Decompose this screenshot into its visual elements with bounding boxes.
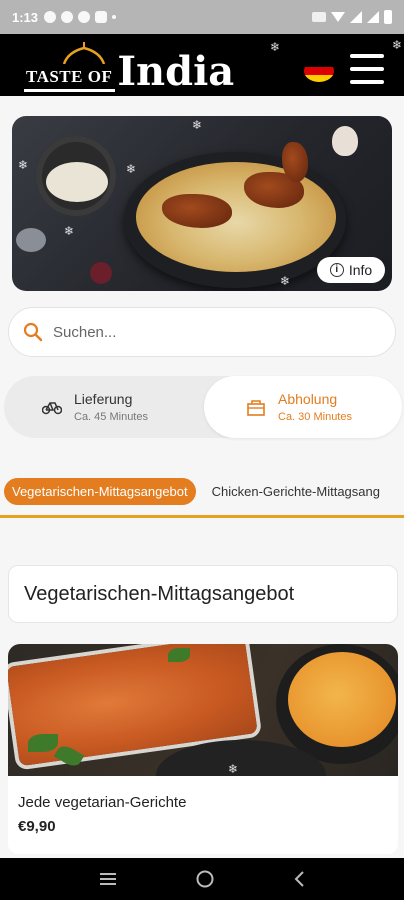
app-header: TASTE OF India ❄ ❄ (0, 34, 404, 96)
system-icons (312, 10, 392, 24)
logo-text-small: TASTE OF (24, 67, 116, 92)
coriander-leaf (28, 734, 58, 752)
delivery-option[interactable]: Lieferung Ca. 45 Minutes (42, 376, 148, 438)
coriander-leaf (168, 648, 190, 662)
signal-icon (367, 11, 379, 23)
rice-bowl-inner (46, 162, 108, 202)
menu-item-card[interactable]: ❄ Jede vegetarian-Gerichte €9,90 (8, 644, 398, 854)
snowflake-icon: ❄ (228, 762, 239, 776)
snowflake-icon: ❄ (280, 274, 291, 288)
info-icon: i (329, 263, 344, 277)
delivery-label: Lieferung (74, 391, 133, 407)
garlic (332, 126, 358, 156)
pickup-bag-icon (247, 400, 265, 416)
order-mode-toggle: Lieferung Ca. 45 Minutes Abholung Ca. 30… (4, 376, 402, 438)
info-label: Info (348, 262, 373, 278)
delivery-time: Ca. 45 Minutes (74, 411, 148, 423)
search-icon (23, 322, 43, 342)
tab-vegetarian-lunch[interactable]: Vegetarischen-Mittagsangebot (4, 477, 196, 505)
app-icon (61, 11, 74, 23)
hero-banner: ❄ ❄ ❄ ❄ ❄ i Info (12, 116, 392, 291)
section-title: Vegetarischen-Mittagsangebot (8, 565, 398, 623)
status-bar: 1:13 (0, 0, 404, 34)
menu-item-image: ❄ (8, 644, 398, 776)
recent-apps-icon[interactable] (98, 871, 118, 887)
search-bar[interactable] (8, 307, 396, 357)
snowflake-icon: ❄ (192, 118, 203, 132)
signal-icon (350, 11, 362, 23)
tab-chicken-lunch[interactable]: Chicken-Gerichte-Mittagsang (204, 478, 388, 505)
dome-icon (62, 42, 106, 64)
potato-curry (288, 652, 396, 747)
snowflake-icon: ❄ (126, 162, 137, 176)
wifi-icon (331, 12, 345, 22)
snowflake-icon: ❄ (64, 224, 75, 238)
delivery-text: Lieferung Ca. 45 Minutes (74, 391, 148, 423)
message-icon (44, 11, 57, 23)
pickup-time: Ca. 30 Minutes (278, 411, 352, 423)
pickup-label: Abholung (278, 391, 338, 407)
hotspot-icon (312, 12, 326, 22)
spoon (16, 228, 46, 252)
home-icon[interactable] (195, 869, 215, 889)
pickup-text: Abholung Ca. 30 Minutes (278, 391, 352, 423)
bicycle-icon (42, 402, 62, 415)
tab-underline (0, 515, 404, 518)
restaurant-logo[interactable]: TASTE OF India (24, 42, 234, 92)
snowflake-icon: ❄ (270, 40, 281, 54)
search-input[interactable] (53, 323, 353, 341)
app-icon (95, 11, 108, 23)
german-flag-icon[interactable] (304, 60, 334, 82)
menu-item-price: €9,90 (18, 818, 56, 835)
battery-icon (384, 10, 392, 24)
logo-text-big: India (117, 48, 235, 95)
hamburger-menu-icon[interactable] (350, 54, 384, 84)
category-tabs: Vegetarischen-Mittagsangebot Chicken-Ger… (0, 474, 404, 508)
app-screen: 1:13 TASTE OF India ❄ ❄ ❄ ❄ ❄ ❄ ❄ i Info… (0, 0, 404, 900)
menu-item-name: Jede vegetarian-Gerichte (18, 794, 187, 811)
chicken-leg (282, 142, 308, 182)
system-nav-bar (0, 858, 404, 900)
snowflake-icon: ❄ (392, 38, 403, 52)
app-icon (78, 11, 91, 23)
back-icon[interactable] (292, 870, 306, 888)
notification-icons (44, 11, 117, 23)
status-time: 1:13 (12, 9, 39, 25)
pickup-option[interactable]: Abholung Ca. 30 Minutes (204, 376, 402, 438)
more-notifications-icon (112, 15, 117, 19)
onion (90, 262, 112, 284)
info-button[interactable]: i Info (317, 257, 385, 283)
snowflake-icon: ❄ (18, 158, 29, 172)
